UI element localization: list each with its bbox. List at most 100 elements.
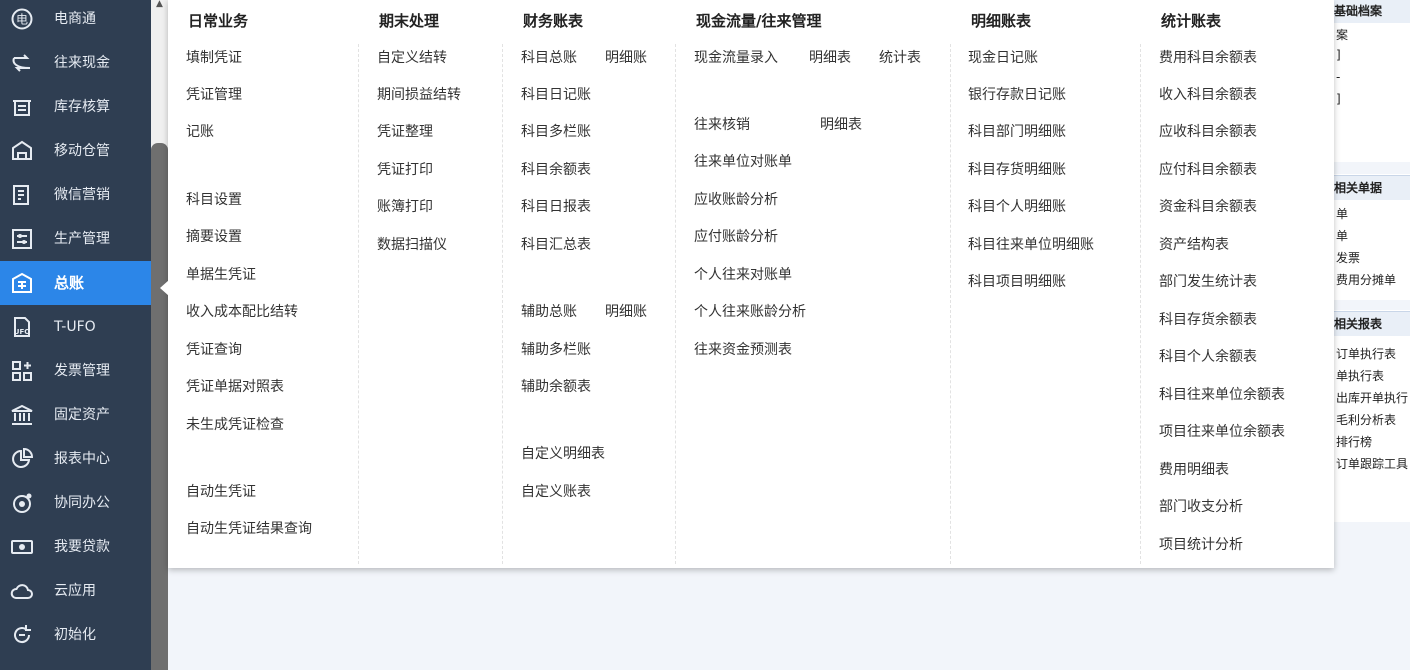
menu-item-account-journal[interactable]: 科目日记账 (521, 84, 591, 104)
menu-item-expense-detail[interactable]: 费用明细表 (1159, 459, 1229, 479)
menu-item-personal-aging[interactable]: 个人往来账龄分析 (694, 301, 806, 321)
menu-item-partner-balance[interactable]: 科目往来单位余额表 (1159, 384, 1285, 404)
panel-link[interactable]: 出库开单执行 (1336, 389, 1408, 406)
bank-icon (10, 403, 34, 427)
menu-item-project-statistics[interactable]: 项目统计分析 (1159, 534, 1243, 554)
menu-item-cash-journal[interactable]: 现金日记账 (968, 47, 1038, 67)
menu-item-cashflow-detail[interactable]: 明细表 (809, 47, 851, 67)
sidebar-item-production[interactable]: 生产管理 (0, 217, 151, 261)
sidebar-item-collaboration[interactable]: 协同办公 (0, 481, 151, 525)
menu-item-bank-journal[interactable]: 银行存款日记账 (968, 84, 1066, 104)
menu-item-partner-statement[interactable]: 往来单位对账单 (694, 151, 792, 171)
menu-item-project-partner-balance[interactable]: 项目往来单位余额表 (1159, 421, 1285, 441)
sidebar-scrollbar-thumb[interactable] (151, 143, 168, 670)
menu-item-inventory-detail[interactable]: 科目存货明细账 (968, 159, 1066, 179)
menu-item-personal-detail[interactable]: 科目个人明细账 (968, 196, 1066, 216)
menu-item-auxiliary-general-ledger[interactable]: 辅助总账 (521, 301, 577, 321)
menu-item-profit-loss-carry-forward[interactable]: 期间损益结转 (377, 84, 461, 104)
menu-item-post-entries[interactable]: 记账 (186, 121, 214, 141)
menu-item-summary-settings[interactable]: 摘要设置 (186, 226, 242, 246)
panel-link[interactable]: 排行榜 (1336, 433, 1372, 450)
sidebar-item-loan[interactable]: 我要贷款 (0, 525, 151, 569)
menu-item-reconciliation-detail[interactable]: 明细表 (820, 114, 862, 134)
sidebar-item-general-ledger[interactable]: 总账 (0, 261, 151, 305)
menu-item-document-to-voucher[interactable]: 单据生凭证 (186, 264, 256, 284)
sidebar-item-ecommerce[interactable]: 电 电商通 (0, 0, 151, 41)
menu-item-cashflow-entry[interactable]: 现金流量录入 (694, 47, 778, 67)
menu-item-receivable-balance[interactable]: 应收科目余额表 (1159, 121, 1257, 141)
menu-item-voucher-arrange[interactable]: 凭证整理 (377, 121, 433, 141)
menu-item-account-multi-column[interactable]: 科目多栏账 (521, 121, 591, 141)
panel-link[interactable]: 单执行表 (1336, 367, 1384, 384)
menu-item-department-income-expense[interactable]: 部门收支分析 (1159, 496, 1243, 516)
panel-link[interactable]: 单 (1336, 227, 1348, 244)
sidebar-item-t-ufo[interactable]: UFO T-UFO (0, 305, 151, 349)
menu-item-unvouchered-check[interactable]: 未生成凭证检查 (186, 414, 284, 434)
panel-link[interactable]: 费用分摊单 (1336, 271, 1396, 288)
menu-item-auxiliary-balance[interactable]: 辅助余额表 (521, 376, 591, 396)
sidebar-item-fixed-assets[interactable]: 固定资产 (0, 393, 151, 437)
menu-item-expense-balance[interactable]: 费用科目余额表 (1159, 47, 1257, 67)
menu-item-payable-balance[interactable]: 应付科目余额表 (1159, 159, 1257, 179)
panel-link[interactable]: ] (1336, 48, 1341, 62)
sidebar-item-label: 生产管理 (54, 231, 110, 247)
menu-item-account-balance[interactable]: 科目余额表 (521, 159, 591, 179)
menu-item-inventory-balance[interactable]: 科目存货余额表 (1159, 309, 1257, 329)
sidebar-item-invoice[interactable]: 发票管理 (0, 349, 151, 393)
menu-item-partner-detail[interactable]: 科目往来单位明细账 (968, 234, 1094, 254)
menu-item-personal-balance[interactable]: 科目个人余额表 (1159, 346, 1257, 366)
menu-item-personal-statement[interactable]: 个人往来对账单 (694, 264, 792, 284)
menu-item-book-print[interactable]: 账簿打印 (377, 196, 433, 216)
menu-item-payable-aging[interactable]: 应付账龄分析 (694, 226, 778, 246)
sidebar-item-label: 协同办公 (54, 495, 110, 511)
sidebar-item-mobile-warehouse[interactable]: 移动仓管 (0, 129, 151, 173)
menu-item-detail-ledger[interactable]: 明细账 (605, 47, 647, 67)
menu-item-account-general-ledger[interactable]: 科目总账 (521, 47, 577, 67)
svg-text:UFO: UFO (14, 328, 30, 336)
sidebar-item-cloud-apps[interactable]: 云应用 (0, 569, 151, 613)
sidebar-item-inventory[interactable]: 库存核算 (0, 85, 151, 129)
menu-item-voucher-print[interactable]: 凭证打印 (377, 159, 433, 179)
panel-link[interactable]: 毛利分析表 (1336, 411, 1396, 428)
menu-item-account-daily-report[interactable]: 科目日报表 (521, 196, 591, 216)
sidebar-item-transfer[interactable]: 往来现金 (0, 41, 151, 85)
panel-link[interactable]: 单 (1336, 205, 1348, 222)
menu-item-receivable-aging[interactable]: 应收账龄分析 (694, 189, 778, 209)
menu-item-auxiliary-multi-column[interactable]: 辅助多栏账 (521, 339, 591, 359)
menu-item-fill-voucher[interactable]: 填制凭证 (186, 47, 242, 67)
column-title-statistics: 统计账表 (1161, 12, 1222, 30)
sidebar-item-report-center[interactable]: 报表中心 (0, 437, 151, 481)
menu-item-project-detail[interactable]: 科目项目明细账 (968, 271, 1066, 291)
menu-item-data-scanner[interactable]: 数据扫描仪 (377, 234, 447, 254)
menu-item-custom-carry-forward[interactable]: 自定义结转 (377, 47, 447, 67)
panel-link[interactable]: 订单执行表 (1336, 345, 1396, 362)
menu-item-voucher-query[interactable]: 凭证查询 (186, 339, 242, 359)
menu-item-revenue-cost-matching[interactable]: 收入成本配比结转 (186, 301, 298, 321)
menu-item-department-statistics[interactable]: 部门发生统计表 (1159, 271, 1257, 291)
menu-item-cashflow-statistics[interactable]: 统计表 (879, 47, 921, 67)
menu-item-fund-balance[interactable]: 资金科目余额表 (1159, 196, 1257, 216)
panel-link[interactable]: ] (1336, 92, 1341, 106)
menu-item-auxiliary-detail-ledger[interactable]: 明细账 (605, 301, 647, 321)
panel-link[interactable]: 订单跟踪工具 (1336, 455, 1408, 472)
menu-item-auto-voucher-results[interactable]: 自动生凭证结果查询 (186, 518, 312, 538)
menu-item-account-summary[interactable]: 科目汇总表 (521, 234, 591, 254)
invoice-icon (10, 359, 34, 383)
menu-item-fund-forecast[interactable]: 往来资金预测表 (694, 339, 792, 359)
menu-item-reconciliation[interactable]: 往来核销 (694, 114, 750, 134)
panel-link[interactable]: - (1336, 70, 1340, 84)
sidebar-item-initialize[interactable]: 初始化 (0, 613, 151, 657)
menu-item-voucher-management[interactable]: 凭证管理 (186, 84, 242, 104)
menu-item-auto-voucher[interactable]: 自动生凭证 (186, 481, 256, 501)
menu-item-custom-detail-table[interactable]: 自定义明细表 (521, 443, 605, 463)
menu-item-custom-book-table[interactable]: 自定义账表 (521, 481, 591, 501)
sidebar-item-wechat-marketing[interactable]: 微信营销 (0, 173, 151, 217)
menu-item-account-settings[interactable]: 科目设置 (186, 189, 242, 209)
menu-item-voucher-document-table[interactable]: 凭证单据对照表 (186, 376, 284, 396)
menu-item-asset-structure[interactable]: 资产结构表 (1159, 234, 1229, 254)
menu-item-department-detail[interactable]: 科目部门明细账 (968, 121, 1066, 141)
menu-item-income-balance[interactable]: 收入科目余额表 (1159, 84, 1257, 104)
panel-link[interactable]: 案 (1336, 26, 1348, 43)
panel-link[interactable]: 发票 (1336, 249, 1360, 266)
scroll-up-icon[interactable]: ▲ (153, 0, 166, 10)
